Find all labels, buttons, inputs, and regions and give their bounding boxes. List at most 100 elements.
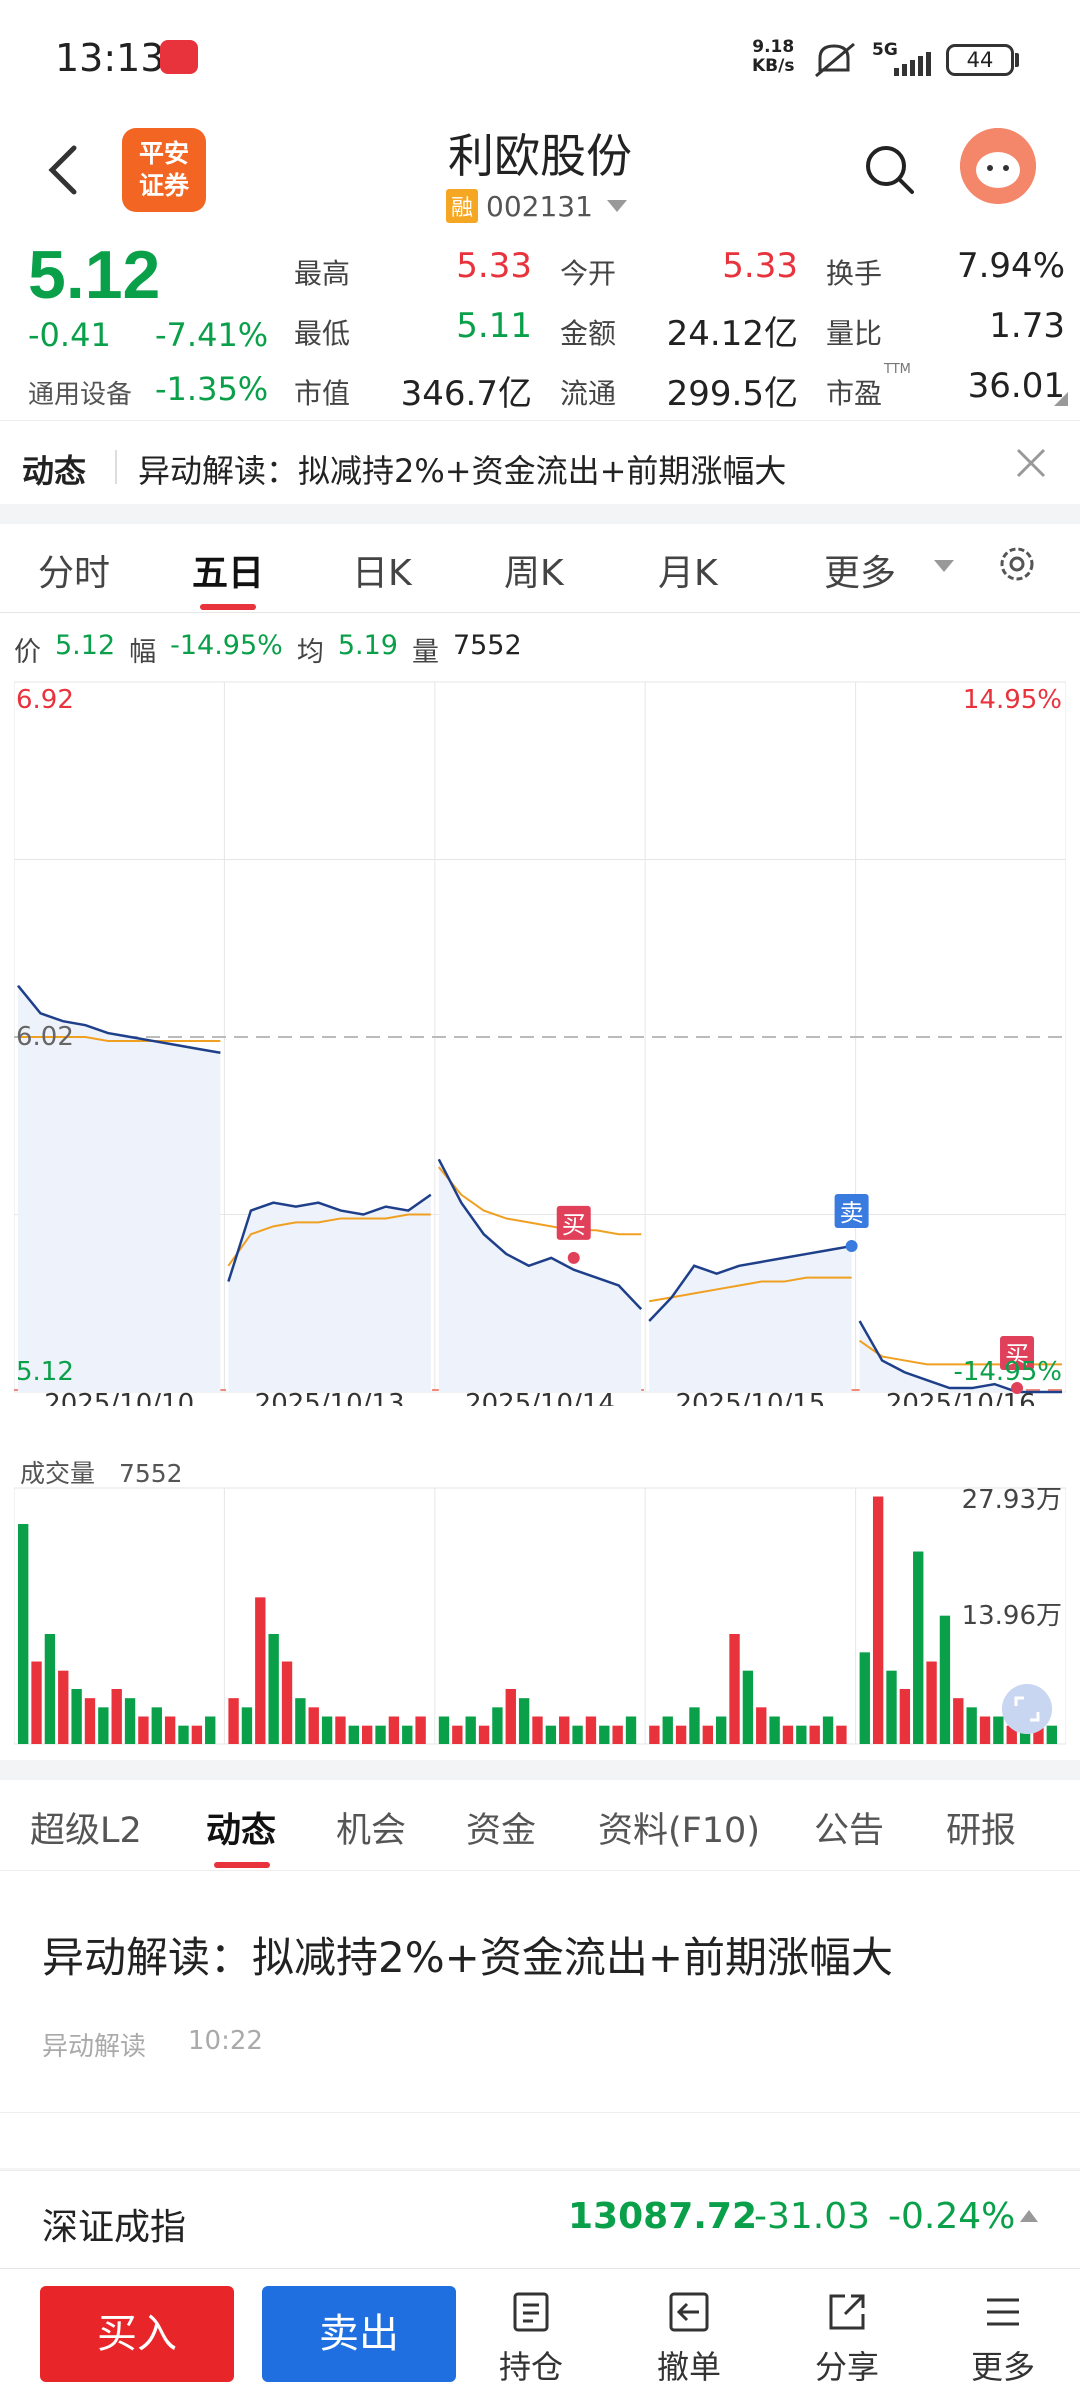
volume-bar <box>572 1725 583 1744</box>
news-strip-text[interactable]: 异动解读：拟减持2%+资金流出+前期涨幅大 <box>138 446 786 492</box>
stat-label-float-cap: 流通 <box>560 377 617 410</box>
trade-marker-label: 买 <box>562 1211 586 1239</box>
more-button[interactable]: 更多 <box>948 2290 1058 2388</box>
tab-announcements[interactable]: 公告 <box>814 1802 884 1853</box>
expand-corner-icon[interactable] <box>1054 392 1068 406</box>
volume-bar <box>44 1634 56 1744</box>
info-avg-label: 均 <box>296 637 324 668</box>
stat-label-volume-ratio: 量比 <box>826 317 883 350</box>
position-label: 持仓 <box>498 2348 563 2386</box>
news-item-source: 异动解读 <box>42 2032 147 2062</box>
close-icon[interactable] <box>1012 444 1050 482</box>
divider <box>0 1870 1080 1871</box>
buy-button[interactable]: 买入 <box>40 2286 234 2382</box>
tab-five-day[interactable]: 五日 <box>192 544 264 596</box>
volume-bar <box>124 1698 136 1744</box>
volume-chart[interactable]: 27.93万 13.96万 <box>14 1448 1066 1748</box>
volume-bar <box>98 1707 109 1744</box>
tab-more[interactable]: 更多 <box>824 544 896 596</box>
divider <box>0 2112 1080 2113</box>
info-avg: 5.19 <box>337 630 398 661</box>
price-change-pct: -7.41% <box>155 316 269 354</box>
volume-bar <box>689 1707 700 1744</box>
volume-bar <box>415 1716 426 1744</box>
tab-research[interactable]: 研报 <box>946 1802 1016 1853</box>
tab-intraday[interactable]: 分时 <box>38 544 110 596</box>
active-tab-indicator <box>214 1862 270 1868</box>
volume-bar <box>886 1670 897 1744</box>
info-range-label: 幅 <box>129 637 157 668</box>
volume-bar <box>675 1725 687 1744</box>
volume-bar <box>452 1725 463 1744</box>
volume-bar <box>872 1496 884 1744</box>
stat-label-market-cap: 市值 <box>294 377 351 410</box>
price-area <box>438 1159 642 1392</box>
stock-name: 利欧股份 <box>448 129 632 183</box>
position-button[interactable]: 持仓 <box>476 2290 586 2388</box>
volume-bar <box>612 1725 623 1744</box>
gear-icon[interactable] <box>995 542 1039 586</box>
tab-monthly-k[interactable]: 月K <box>658 544 718 596</box>
volume-bar <box>585 1716 597 1744</box>
five-day-price-chart[interactable]: 买卖买6.926.025.1214.95%-14.95%2025/10/10 20… <box>14 676 1066 1406</box>
volume-bar <box>899 1689 911 1744</box>
tab-funds[interactable]: 资金 <box>466 1802 536 1853</box>
news-item-time: 10:22 <box>188 2026 263 2056</box>
volume-bar <box>966 1707 977 1744</box>
cancel-order-button[interactable]: 撤单 <box>634 2290 744 2388</box>
caret-up-icon[interactable] <box>1020 2210 1038 2222</box>
volume-bar <box>111 1689 122 1744</box>
volume-bar <box>465 1716 476 1744</box>
index-name: 深证成指 <box>42 2207 187 2248</box>
y-tick-label: 5.12 <box>16 1357 74 1387</box>
volume-bar <box>769 1716 780 1744</box>
volume-bar <box>782 1725 794 1744</box>
volume-bar <box>599 1725 610 1744</box>
active-tab-indicator <box>200 604 256 610</box>
volume-bar <box>281 1661 293 1744</box>
assistant-avatar-icon[interactable] <box>960 128 1036 204</box>
search-icon[interactable] <box>862 142 918 198</box>
volume-bar <box>438 1716 450 1744</box>
chart-info-line: 价 5.12 幅 -14.95% 均 5.19 量 7552 <box>14 630 522 669</box>
volume-bar <box>388 1716 400 1744</box>
tab-opportunity[interactable]: 机会 <box>336 1802 406 1853</box>
net-speed-unit: KB/s <box>752 56 795 76</box>
volume-title: 成交量 <box>20 1459 96 1488</box>
volume-bar <box>151 1707 162 1744</box>
stat-value-amount: 24.12亿 <box>666 314 798 354</box>
tab-daily-k[interactable]: 日K <box>352 544 412 596</box>
fullscreen-icon[interactable] <box>1002 1684 1052 1734</box>
mute-icon <box>815 42 855 78</box>
volume-bar <box>205 1716 216 1744</box>
volume-header: 成交量 7552 <box>20 1454 183 1490</box>
tab-super-l2[interactable]: 超级L2 <box>30 1802 142 1853</box>
app-notification-icon <box>160 40 198 74</box>
volume-bar <box>939 1615 951 1744</box>
volume-bar <box>809 1725 820 1744</box>
sell-button[interactable]: 卖出 <box>262 2286 456 2382</box>
volume-bar <box>402 1725 413 1744</box>
sector-name[interactable]: 通用设备 <box>28 374 132 411</box>
share-button[interactable]: 分享 <box>792 2290 902 2388</box>
volume-bar <box>18 1524 29 1744</box>
undo-order-icon <box>669 2292 709 2332</box>
net-speed-value: 9.18 <box>752 37 795 57</box>
x-date-label: 2025/10/13 <box>255 1389 405 1406</box>
price-area <box>228 1194 431 1392</box>
tab-weekly-k[interactable]: 周K <box>504 544 564 596</box>
right-tick-label: -14.95% <box>953 1357 1062 1387</box>
volume-bar <box>979 1716 991 1744</box>
trade-marker-label: 卖 <box>840 1199 864 1227</box>
margin-badge: 融 <box>446 189 479 223</box>
tab-news[interactable]: 动态 <box>206 1802 276 1853</box>
stock-code-selector[interactable]: 融 002131 <box>446 186 627 226</box>
volume-bar <box>505 1689 516 1744</box>
tab-f10[interactable]: 资料(F10) <box>598 1802 760 1853</box>
news-item-title[interactable]: 异动解读：拟减持2%+资金流出+前期涨幅大 <box>42 1924 893 1985</box>
stat-label-low: 最低 <box>294 317 351 350</box>
info-range: -14.95% <box>170 630 283 661</box>
index-change-pct: -0.24% <box>888 2196 1016 2237</box>
info-vol-label: 量 <box>411 637 439 668</box>
volume-bar <box>716 1716 727 1744</box>
